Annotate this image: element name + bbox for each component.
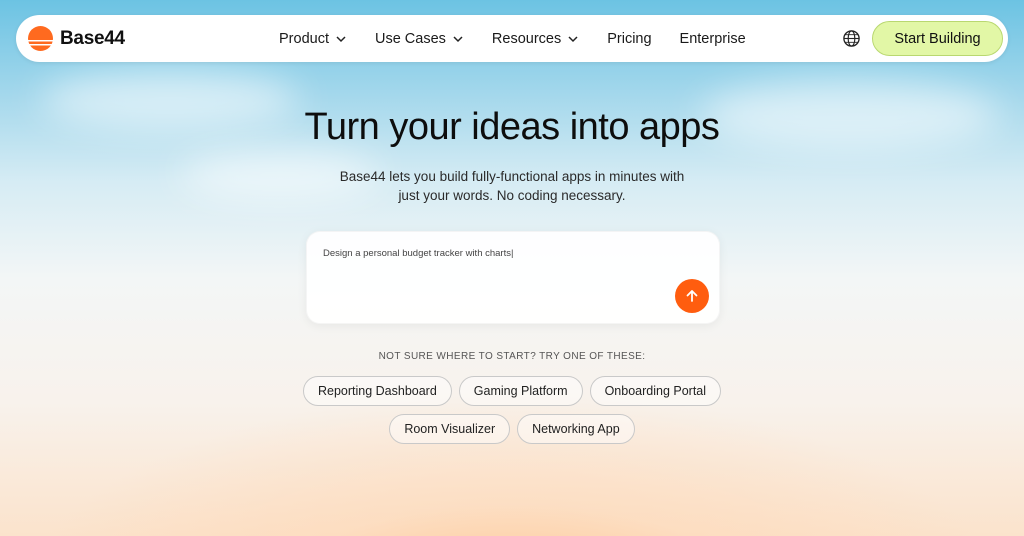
- base44-logo-icon: [28, 26, 53, 51]
- suggestion-chip-reporting-dashboard[interactable]: Reporting Dashboard: [302, 376, 452, 406]
- suggestion-chip-networking-app[interactable]: Networking App: [517, 414, 635, 444]
- chevron-down-icon: [453, 35, 463, 42]
- brand-logo[interactable]: Base44: [28, 26, 125, 51]
- prompt-input[interactable]: [323, 248, 663, 259]
- main-menu: Product Use Cases Resources Pricing Ente…: [279, 15, 774, 62]
- arrow-up-icon: [686, 290, 698, 302]
- brand-name: Base44: [60, 27, 125, 49]
- nav-item-pricing[interactable]: Pricing: [607, 31, 651, 47]
- top-navbar: Base44 Product Use Cases Resources Prici…: [16, 15, 1008, 62]
- suggestion-row-1: Reporting Dashboard Gaming Platform Onbo…: [0, 376, 1024, 406]
- suggestions-label: NOT SURE WHERE TO START? TRY ONE OF THES…: [378, 351, 646, 362]
- suggestion-row-2: Room Visualizer Networking App: [0, 414, 1024, 444]
- send-button[interactable]: [675, 279, 709, 313]
- hero-subtitle: Base44 lets you build fully-functional a…: [339, 169, 685, 203]
- chevron-down-icon: [336, 35, 346, 42]
- prompt-box: [306, 231, 720, 324]
- nav-item-enterprise[interactable]: Enterprise: [680, 31, 746, 47]
- globe-icon[interactable]: [842, 29, 861, 48]
- page-title: Turn your ideas into apps: [304, 106, 720, 148]
- nav-item-use-cases[interactable]: Use Cases: [375, 31, 464, 47]
- start-building-button[interactable]: Start Building: [872, 21, 1003, 56]
- nav-item-product[interactable]: Product: [279, 31, 347, 47]
- suggestion-chip-onboarding-portal[interactable]: Onboarding Portal: [589, 376, 722, 406]
- suggestion-chip-gaming-platform[interactable]: Gaming Platform: [458, 376, 583, 406]
- nav-item-resources[interactable]: Resources: [492, 31, 579, 47]
- suggestion-chip-room-visualizer[interactable]: Room Visualizer: [389, 414, 511, 444]
- chevron-down-icon: [568, 35, 578, 42]
